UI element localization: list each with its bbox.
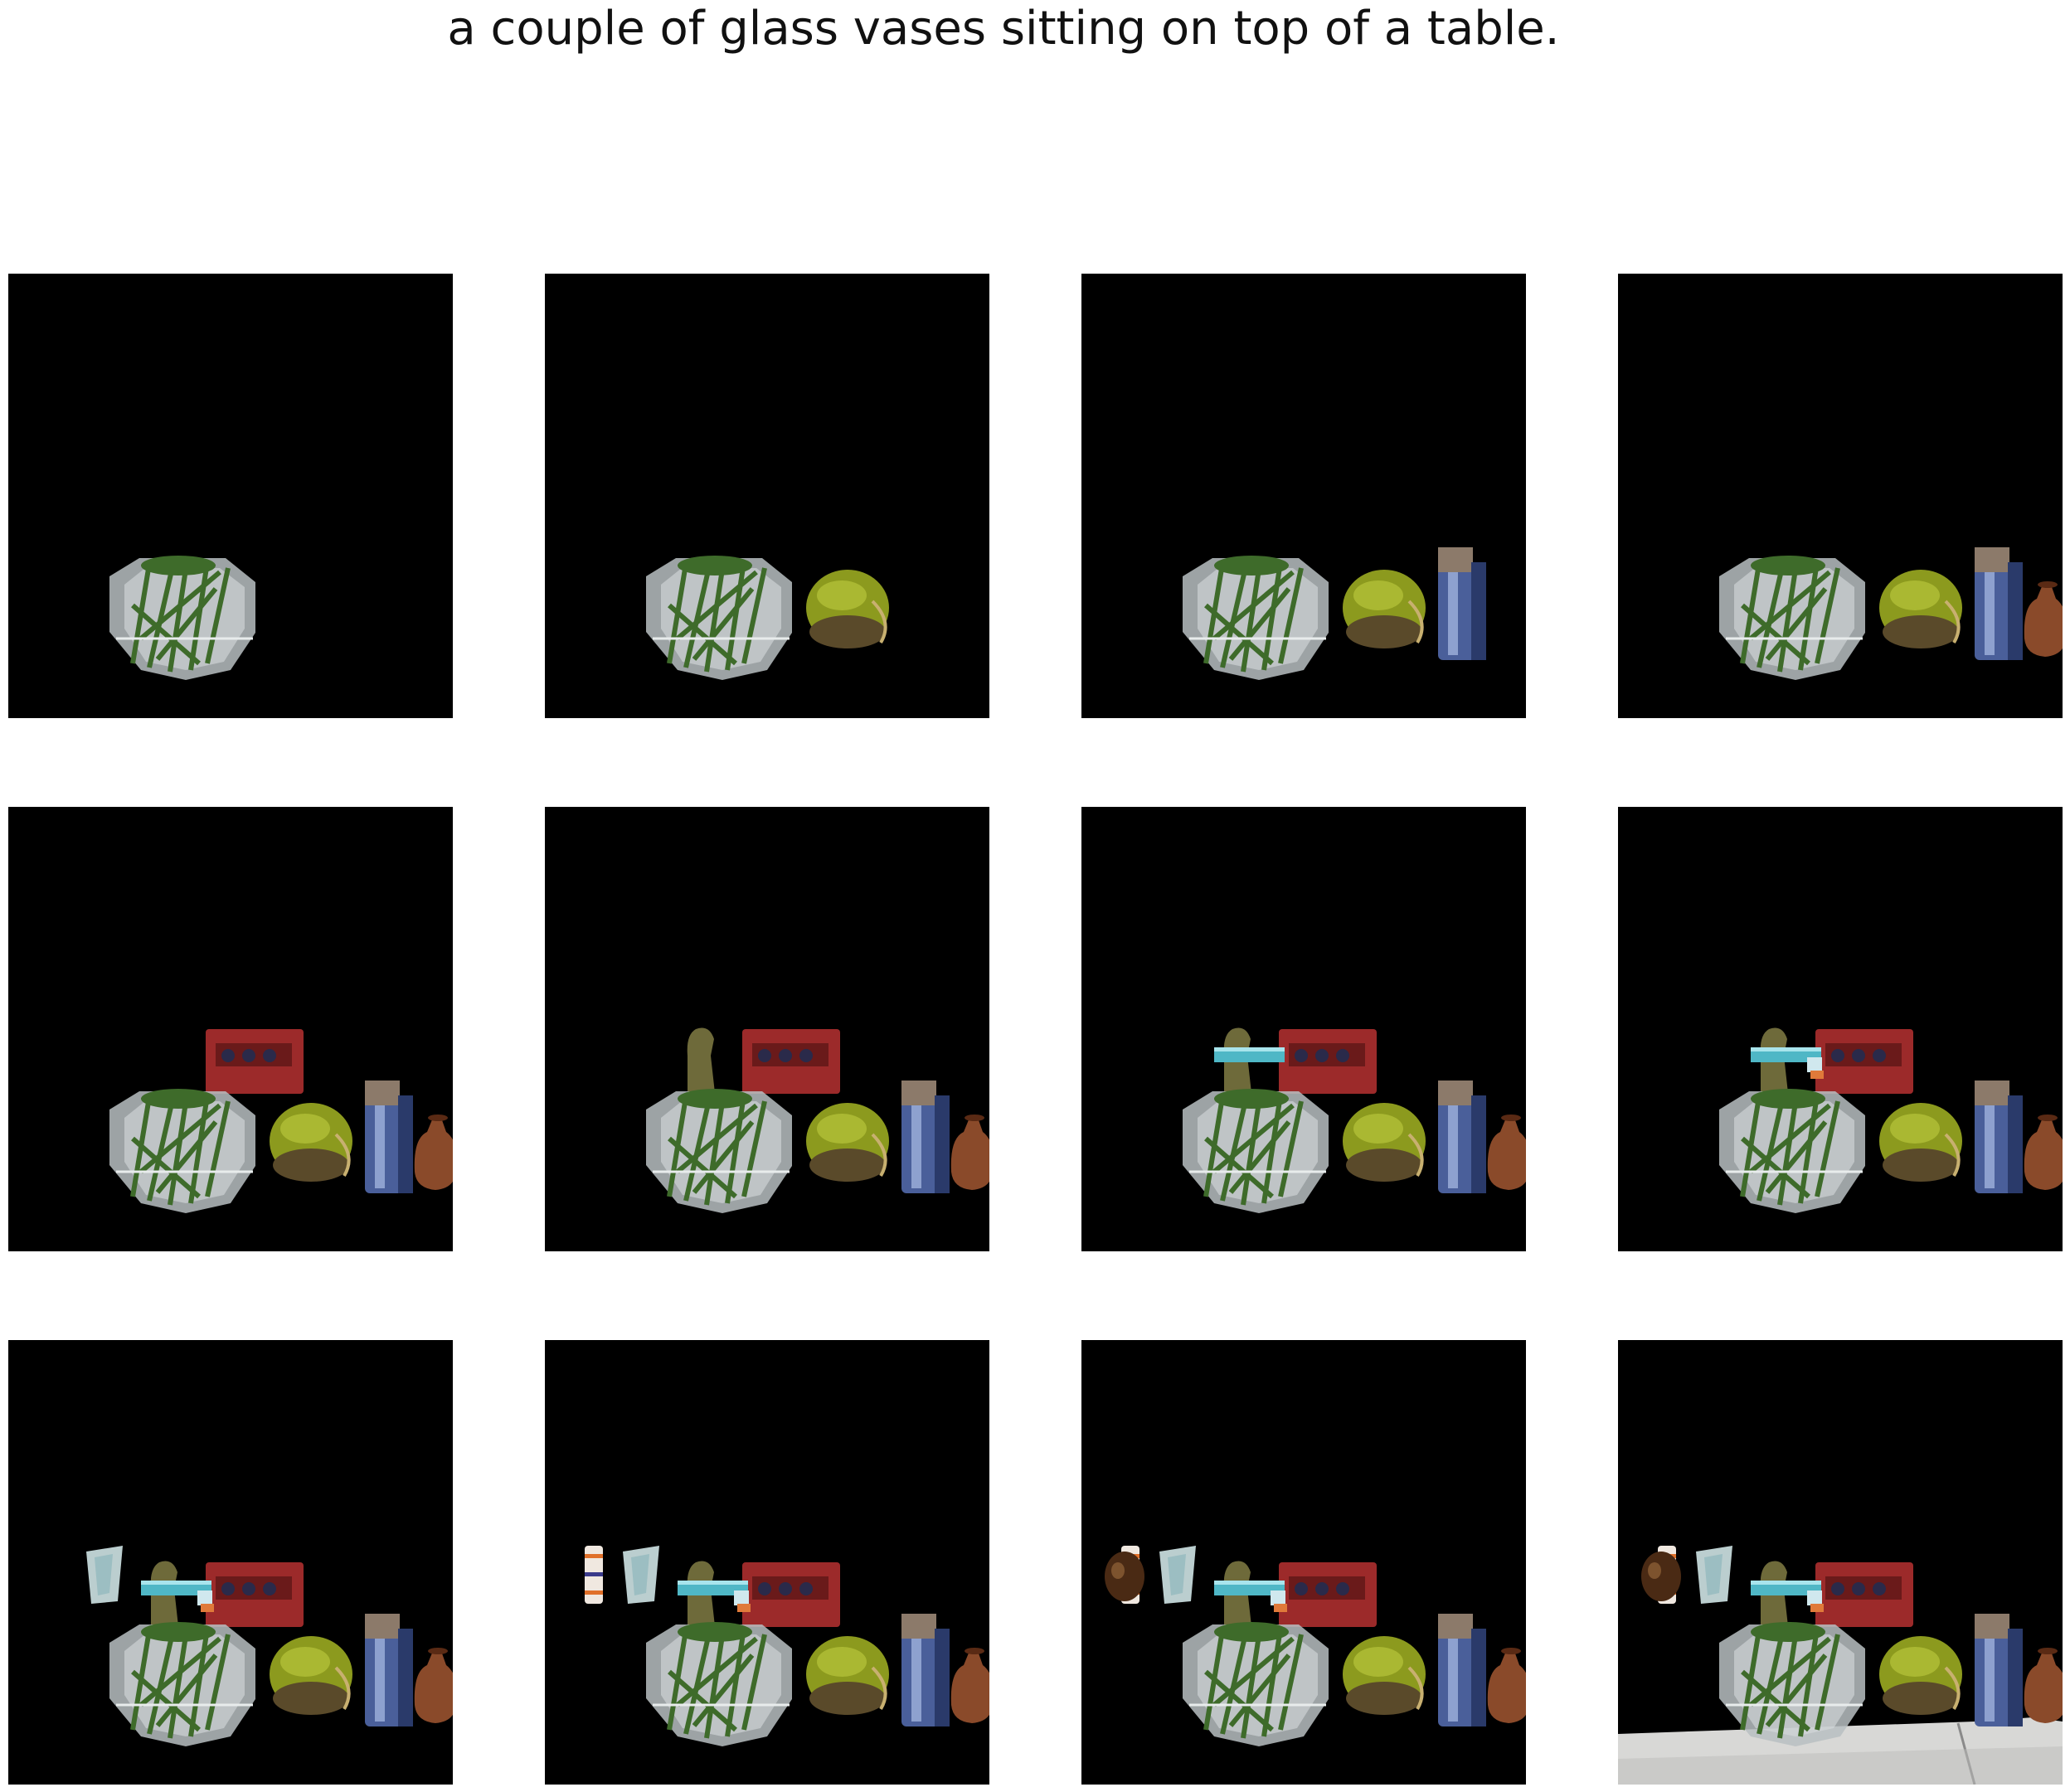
green-round-vase	[806, 570, 889, 648]
clear-glass-vase	[86, 1546, 123, 1604]
green-round-vase	[1879, 1103, 1962, 1182]
red-pot	[742, 1029, 840, 1094]
red-pot	[1815, 1562, 1913, 1627]
fishbowl-vase	[1183, 1622, 1329, 1746]
frame-image	[1618, 807, 2063, 1251]
red-pot	[1279, 1562, 1377, 1627]
clear-glass-vase	[623, 1546, 659, 1604]
blue-glass-jar	[901, 1614, 950, 1726]
green-round-vase	[1879, 570, 1962, 648]
blue-glass-jar	[365, 1081, 413, 1193]
green-round-vase	[1343, 570, 1426, 648]
red-pot	[1279, 1029, 1377, 1094]
frame-3	[1081, 274, 1526, 718]
green-round-vase	[270, 1636, 352, 1715]
frame-image	[8, 807, 453, 1251]
frame-4	[1618, 274, 2063, 718]
frame-image	[1618, 274, 2063, 718]
fishbowl-vase	[1719, 1622, 1865, 1746]
red-pot	[742, 1562, 840, 1627]
blue-glass-jar	[1975, 547, 2023, 660]
frame-10	[545, 1340, 989, 1785]
frame-7	[1081, 807, 1526, 1251]
fishbowl-vase	[109, 556, 255, 680]
frame-1	[8, 274, 453, 718]
green-round-vase	[1343, 1636, 1426, 1715]
frame-2	[545, 274, 989, 718]
frame-image	[545, 807, 989, 1251]
frame-6	[545, 807, 989, 1251]
fishbowl-vase	[1719, 556, 1865, 680]
fishbowl-vase	[1183, 1089, 1329, 1213]
blue-glass-jar	[1438, 1081, 1486, 1193]
figure-caption: a couple of glass vases sitting on top o…	[447, 2, 1560, 56]
dark-brown-jug	[1641, 1552, 1681, 1601]
green-round-vase	[1879, 1636, 1962, 1715]
fishbowl-vase	[646, 1089, 792, 1213]
blue-glass-jar	[901, 1081, 950, 1193]
fishbowl-vase	[109, 1622, 255, 1746]
frame-image	[8, 274, 453, 718]
frame-image	[1081, 274, 1526, 718]
frame-12	[1618, 1340, 2063, 1785]
clear-glass-vase	[1159, 1546, 1196, 1604]
frame-image	[8, 1340, 453, 1785]
fishbowl-vase	[109, 1089, 255, 1213]
green-round-vase	[1343, 1103, 1426, 1182]
frame-9	[8, 1340, 453, 1785]
teal-cylinder	[1214, 1047, 1285, 1062]
striped-vase	[585, 1546, 603, 1604]
blue-glass-jar	[1438, 547, 1486, 660]
red-pot	[1815, 1029, 1913, 1094]
fishbowl-vase	[1183, 556, 1329, 680]
green-round-vase	[806, 1636, 889, 1715]
green-round-vase	[806, 1103, 889, 1182]
blue-glass-jar	[1438, 1614, 1486, 1726]
fishbowl-vase	[646, 1622, 792, 1746]
frame-11	[1081, 1340, 1526, 1785]
frame-image	[1081, 1340, 1526, 1785]
red-pot	[206, 1562, 304, 1627]
clear-glass-vase	[1696, 1546, 1732, 1604]
fishbowl-vase	[1719, 1089, 1865, 1213]
fishbowl-vase	[646, 556, 792, 680]
frame-image	[545, 1340, 989, 1785]
frame-5	[8, 807, 453, 1251]
blue-glass-jar	[1975, 1614, 2023, 1726]
frame-image	[1618, 1340, 2063, 1785]
blue-glass-jar	[1975, 1081, 2023, 1193]
green-round-vase	[270, 1103, 352, 1182]
olive-figure	[687, 1027, 715, 1093]
blue-glass-jar	[365, 1614, 413, 1726]
frame-image	[1081, 807, 1526, 1251]
dark-brown-jug	[1105, 1552, 1144, 1601]
red-pot	[206, 1029, 304, 1094]
frame-8	[1618, 807, 2063, 1251]
frame-image	[545, 274, 989, 718]
